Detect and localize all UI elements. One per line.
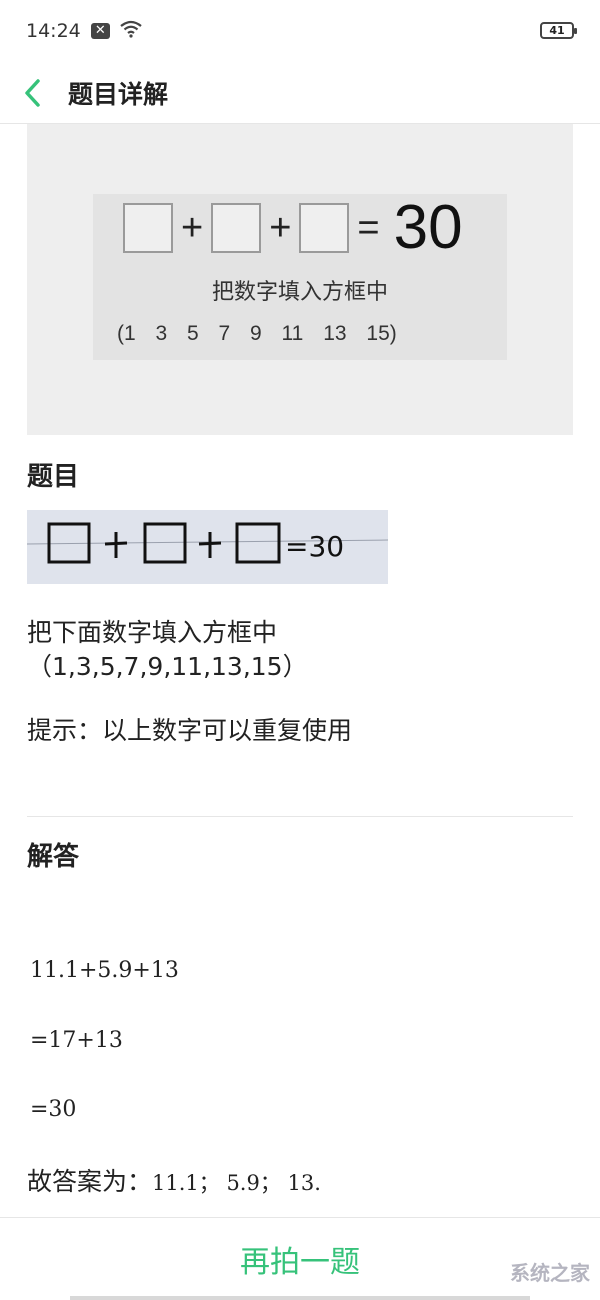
question-line-1: 把下面数字填入方框中 <box>27 618 278 647</box>
question-line-2: （1,3,5,7,9,11,13,15） <box>27 652 308 681</box>
answer-box <box>123 203 173 253</box>
printed-equation: + + = 30 <box>123 193 463 262</box>
photo-caption: 把数字填入方框中 <box>211 280 388 305</box>
question-heading: 题目 <box>27 462 80 492</box>
handwritten-question-image: =30 <box>27 510 388 584</box>
wifi-icon <box>120 20 142 42</box>
photo-number-list: (1 3 5 7 9 11 13 15) <box>117 322 397 345</box>
question-hint: 提示：以上数字可以重复使用 <box>27 716 353 745</box>
final-answer-prefix: 故答案为： <box>27 1167 153 1196</box>
section-divider <box>27 816 573 817</box>
back-button[interactable] <box>0 62 64 124</box>
solution-step-2: =17+13 <box>30 1028 123 1053</box>
plus-sign: + <box>181 206 204 249</box>
answer-box <box>299 203 350 253</box>
answer-heading: 解答 <box>27 842 80 872</box>
solution-step-3: =30 <box>30 1097 77 1122</box>
final-answer-values: 11.1； 5.9； 13. <box>152 1171 321 1195</box>
page-title: 题目详解 <box>68 79 169 109</box>
home-indicator <box>70 1296 530 1300</box>
chevron-left-icon <box>25 78 40 107</box>
status-bar: 14:24 ✕ 41 <box>0 0 600 62</box>
equals-sign: = <box>357 206 380 249</box>
question-photo-crop: + + = 30 把数字填入方框中 (1 3 5 7 9 11 13 15) <box>93 194 507 360</box>
close-badge-icon: ✕ <box>90 23 110 39</box>
plus-sign: + <box>269 206 292 249</box>
status-icons: ✕ <box>90 20 142 42</box>
answer-box <box>211 203 262 253</box>
retake-button[interactable]: 再拍一题 <box>240 1237 360 1281</box>
solution-step-1: 11.1+5.9+13 <box>30 958 179 983</box>
status-time: 14:24 <box>26 20 81 42</box>
handwritten-result: =30 <box>285 530 344 563</box>
final-answer: 故答案为：11.1； 5.9； 13. <box>27 1162 321 1198</box>
equation-result: 30 <box>393 193 463 262</box>
battery-indicator: 41 <box>540 22 577 39</box>
watermark-logo: 系统之家 <box>510 1261 590 1285</box>
question-photo: + + = 30 把数字填入方框中 (1 3 5 7 9 11 13 15) <box>27 124 573 435</box>
app-header: 题目详解 <box>0 62 600 124</box>
